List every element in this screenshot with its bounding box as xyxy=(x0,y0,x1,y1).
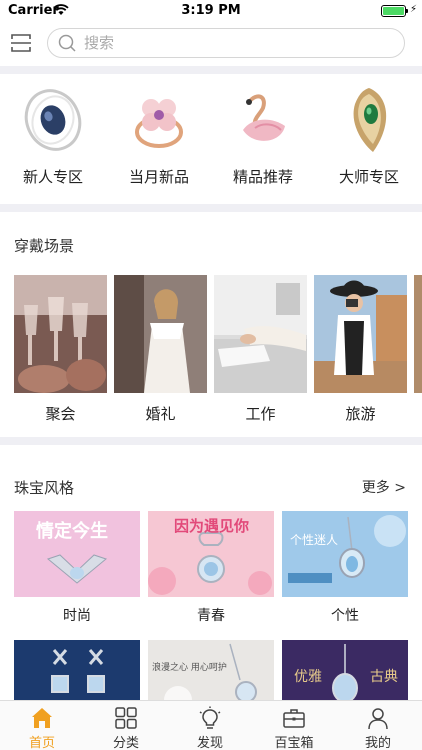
banner-text: 浪漫之心 用心呵护 xyxy=(152,663,227,673)
search-input[interactable] xyxy=(84,33,384,53)
zone-recommended[interactable]: 精品推荐 xyxy=(218,84,308,194)
search-field[interactable] xyxy=(47,28,405,58)
style-label: 青春 xyxy=(197,608,225,624)
tab-label: 首页 xyxy=(28,736,55,750)
divider xyxy=(0,66,422,74)
grid-icon xyxy=(115,707,137,729)
clock: 3:19 PM xyxy=(181,3,241,18)
scene-next-peek xyxy=(414,275,422,393)
scene-label: 婚礼 xyxy=(145,405,176,423)
user-icon xyxy=(368,708,388,730)
scene-photo-travel xyxy=(314,275,407,393)
scene-card-party[interactable]: 聚会 xyxy=(14,275,107,425)
tab-label: 发现 xyxy=(196,736,223,750)
scene-card-wedding[interactable]: 婚礼 xyxy=(114,275,207,425)
zone-master[interactable]: 大师专区 xyxy=(324,84,414,194)
style-label: 个性 xyxy=(331,608,359,624)
banner-text: 情定今生 xyxy=(36,521,108,542)
tab-bar: 首页 分类 发现 百宝箱 我的 xyxy=(0,700,422,750)
wear-scenes-title: 穿戴场景 xyxy=(14,237,75,255)
battery-icon xyxy=(381,5,406,17)
scene-photo-party xyxy=(14,275,107,393)
zone-label: 新人专区 xyxy=(22,168,83,186)
divider xyxy=(0,204,422,212)
tab-label: 我的 xyxy=(364,736,391,750)
tab-toolbox[interactable]: 百宝箱 xyxy=(252,701,336,750)
jewelry-styles-title: 珠宝风格 xyxy=(14,479,75,497)
scene-card-work[interactable]: 工作 xyxy=(214,275,307,425)
home-icon xyxy=(32,708,52,728)
emerald-brooch-icon xyxy=(353,88,387,152)
style-label: 时尚 xyxy=(63,608,91,624)
more-link[interactable]: 更多 > xyxy=(362,477,406,497)
zone-new-arrivals[interactable]: 当月新品 xyxy=(114,84,204,194)
scene-label: 旅游 xyxy=(345,405,376,423)
battery-tip xyxy=(406,9,408,13)
tab-label: 分类 xyxy=(112,736,139,750)
scene-card-travel[interactable]: 旅游 xyxy=(314,275,407,425)
search-icon xyxy=(58,34,76,52)
zone-label: 精品推荐 xyxy=(232,168,293,186)
banner-text-right: 古典 xyxy=(370,669,398,685)
tab-home[interactable]: 首页 xyxy=(0,701,84,750)
tab-discover[interactable]: 发现 xyxy=(168,701,252,750)
toolbox-icon xyxy=(283,709,305,728)
divider xyxy=(0,437,422,445)
style-banner-fashion: 情定今生 xyxy=(14,511,140,597)
scene-photo-work xyxy=(214,275,307,393)
zone-shortcuts: 新人专区 当月新品 精品推荐 大师专区 xyxy=(0,74,422,202)
style-card-fashion[interactable]: 情定今生 时尚 xyxy=(14,511,140,625)
search-bar xyxy=(0,22,422,66)
style-card-personality[interactable]: 个性迷人 个性 xyxy=(282,511,408,625)
sapphire-brooch-icon xyxy=(24,89,82,151)
banner-text: 个性迷人 xyxy=(290,533,339,547)
status-bar: Carrier 3:19 PM ⚡ xyxy=(0,0,422,22)
flower-ring-icon xyxy=(135,99,183,148)
zone-label: 大师专区 xyxy=(338,168,399,186)
scene-photo-wedding xyxy=(114,275,207,393)
tab-category[interactable]: 分类 xyxy=(84,701,168,750)
style-banner-personality: 个性迷人 xyxy=(282,511,408,597)
banner-text: 因为遇见你 xyxy=(174,517,250,535)
tab-profile[interactable]: 我的 xyxy=(336,701,420,750)
scan-icon[interactable] xyxy=(10,32,32,54)
zone-label: 当月新品 xyxy=(128,168,189,186)
swan-brooch-icon xyxy=(243,94,285,141)
scene-label: 工作 xyxy=(245,405,276,423)
banner-text-left: 优雅 xyxy=(294,669,322,685)
style-banner-youth: 因为遇见你 xyxy=(148,511,274,597)
tab-label: 百宝箱 xyxy=(274,736,314,750)
zone-newcomer[interactable]: 新人专区 xyxy=(8,84,98,194)
lightbulb-icon xyxy=(199,706,221,729)
style-card-youth[interactable]: 因为遇见你 青春 xyxy=(148,511,274,625)
scene-label: 聚会 xyxy=(45,405,76,423)
charging-icon: ⚡ xyxy=(410,4,418,15)
